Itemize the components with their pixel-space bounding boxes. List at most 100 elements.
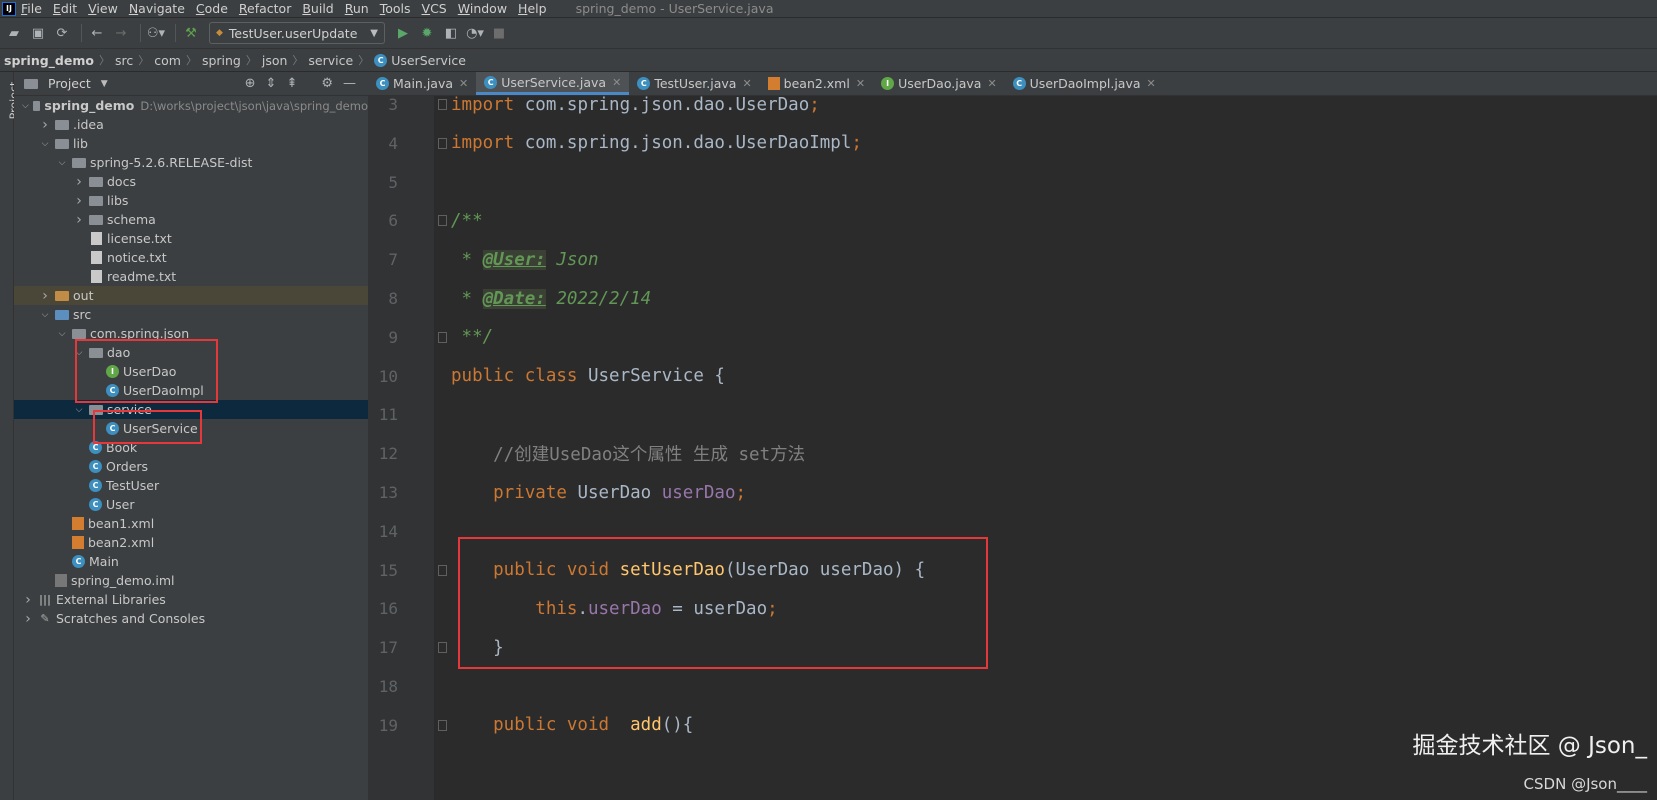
breadcrumb-userservice[interactable]: UserService bbox=[391, 53, 466, 68]
tree-item[interactable]: ⌵ dao bbox=[14, 343, 368, 362]
tree-item[interactable]: C Main bbox=[14, 552, 368, 571]
expand-arrow-icon[interactable]: ⌵ bbox=[73, 348, 85, 358]
build-hammer-icon[interactable]: ⚒ bbox=[181, 23, 201, 43]
save-icon[interactable]: ▣ bbox=[28, 23, 48, 43]
stop-icon[interactable]: ■ bbox=[489, 23, 509, 43]
collapse-arrow-icon[interactable]: › bbox=[73, 193, 85, 209]
menu-edit[interactable]: Edit bbox=[53, 1, 77, 16]
fold-marker-icon[interactable] bbox=[438, 719, 447, 731]
xml-file-icon bbox=[72, 536, 84, 549]
chevron-down-icon[interactable]: ▼ bbox=[101, 79, 108, 89]
tree-item[interactable]: I UserDao bbox=[14, 362, 368, 381]
fold-marker-icon[interactable] bbox=[438, 215, 447, 227]
expand-arrow-icon[interactable]: ⌵ bbox=[39, 310, 51, 320]
run-configuration-select[interactable]: ◆ TestUser.userUpdate ▼ bbox=[209, 22, 385, 44]
text-file-icon bbox=[91, 251, 102, 264]
tree-item[interactable]: ⌵ service bbox=[14, 400, 368, 419]
tree-item[interactable]: C UserDaoImpl bbox=[14, 381, 368, 400]
tree-item[interactable]: readme.txt bbox=[14, 267, 368, 286]
tree-item[interactable]: C Orders bbox=[14, 457, 368, 476]
code-token: UserService { bbox=[587, 366, 725, 387]
tree-item[interactable]: bean2.xml bbox=[14, 533, 368, 552]
expand-arrow-icon[interactable]: ⌵ bbox=[73, 405, 85, 415]
tree-item[interactable]: C UserService bbox=[14, 419, 368, 438]
fold-marker-icon[interactable] bbox=[438, 564, 447, 576]
menu-build[interactable]: Build bbox=[302, 1, 333, 16]
fold-marker-icon[interactable] bbox=[438, 137, 447, 149]
tree-item[interactable]: › .idea bbox=[14, 115, 368, 134]
breadcrumb-service[interactable]: service bbox=[308, 53, 353, 68]
open-folder-icon[interactable]: ▰ bbox=[4, 23, 24, 43]
collapse-arrow-icon[interactable]: › bbox=[73, 212, 85, 228]
tree-item-label: TestUser bbox=[106, 478, 160, 493]
collapse-arrow-icon[interactable]: › bbox=[39, 288, 51, 304]
sync-icon[interactable]: ⟳ bbox=[52, 23, 72, 43]
project-panel: Project ▼ ⊕ ⇕ ⇞ ⚙ — ⌵ spring_demo D:\works… bbox=[14, 72, 368, 800]
expand-arrow-icon[interactable]: ⌵ bbox=[56, 158, 68, 168]
tree-item[interactable]: C TestUser bbox=[14, 476, 368, 495]
profile-icon[interactable]: ◔▾ bbox=[465, 23, 485, 43]
collapse-arrow-icon[interactable]: › bbox=[39, 117, 51, 133]
menu-vcs[interactable]: VCS bbox=[422, 1, 447, 16]
fold-marker-icon[interactable] bbox=[438, 642, 447, 654]
expand-arrow-icon[interactable]: ⌵ bbox=[56, 329, 68, 339]
forward-arrow-icon[interactable]: → bbox=[111, 23, 131, 43]
tree-item-label: UserDao bbox=[123, 364, 177, 379]
code-editor[interactable]: 3 import com.spring.json.dao.UserDao; 4 imp… bbox=[368, 95, 1657, 800]
run-icon[interactable]: ▶ bbox=[393, 23, 413, 43]
tree-item[interactable]: bean1.xml bbox=[14, 514, 368, 533]
fold-marker-icon[interactable] bbox=[438, 99, 447, 110]
locate-icon[interactable]: ⊕ bbox=[245, 76, 256, 91]
collapse-arrow-icon[interactable]: › bbox=[22, 611, 34, 627]
menu-tools[interactable]: Tools bbox=[380, 1, 411, 16]
tree-item[interactable]: › schema bbox=[14, 210, 368, 229]
coverage-icon[interactable]: ◧ bbox=[441, 23, 461, 43]
expand-all-icon[interactable]: ⇕ bbox=[266, 76, 277, 91]
expand-arrow-icon[interactable]: ⌵ bbox=[22, 101, 29, 111]
collapse-arrow-icon[interactable]: › bbox=[73, 174, 85, 190]
minimize-icon[interactable]: — bbox=[343, 76, 356, 91]
tree-item[interactable]: › ✎ Scratches and Consoles bbox=[14, 609, 368, 628]
tree-item[interactable]: license.txt bbox=[14, 229, 368, 248]
breadcrumb-project[interactable]: spring_demo bbox=[4, 53, 94, 68]
debug-icon[interactable]: ✹ bbox=[417, 23, 437, 43]
tree-item[interactable]: › out bbox=[14, 286, 368, 305]
breadcrumb-src[interactable]: src bbox=[115, 53, 133, 68]
tree-item[interactable]: C User bbox=[14, 495, 368, 514]
fold-marker-icon[interactable] bbox=[438, 331, 447, 343]
menu-help[interactable]: Help bbox=[518, 1, 547, 16]
tree-item[interactable]: › docs bbox=[14, 172, 368, 191]
expand-arrow-icon[interactable]: ⌵ bbox=[39, 139, 51, 149]
tree-item[interactable]: C Book bbox=[14, 438, 368, 457]
breadcrumb-json[interactable]: json bbox=[262, 53, 288, 68]
account-dropdown-icon[interactable]: ⚇▾ bbox=[146, 23, 166, 43]
tree-item[interactable]: ⌵ com.spring.json bbox=[14, 324, 368, 343]
menu-code[interactable]: Code bbox=[196, 1, 228, 16]
code-token: . bbox=[577, 598, 588, 619]
menu-file[interactable]: File bbox=[21, 1, 42, 16]
breadcrumb-spring[interactable]: spring bbox=[202, 53, 241, 68]
gear-icon[interactable]: ⚙ bbox=[321, 76, 333, 91]
tree-item[interactable]: ⌵ src bbox=[14, 305, 368, 324]
tree-item[interactable]: › ||| External Libraries bbox=[14, 590, 368, 609]
collapse-all-icon[interactable]: ⇞ bbox=[286, 76, 297, 91]
collapse-arrow-icon[interactable]: › bbox=[22, 592, 34, 608]
breadcrumb-com[interactable]: com bbox=[154, 53, 181, 68]
tree-item[interactable]: › libs bbox=[14, 191, 368, 210]
menu-refactor[interactable]: Refactor bbox=[239, 1, 291, 16]
tree-item[interactable]: spring_demo.iml bbox=[14, 571, 368, 590]
project-panel-title[interactable]: Project bbox=[48, 76, 91, 91]
back-arrow-icon[interactable]: ← bbox=[87, 23, 107, 43]
menu-window[interactable]: Window bbox=[458, 1, 507, 16]
tree-item[interactable]: ⌵ spring-5.2.6.RELEASE-dist bbox=[14, 153, 368, 172]
tree-item[interactable]: ⌵ spring_demo D:\works\project\json\java\s… bbox=[14, 96, 368, 115]
tree-item[interactable]: ⌵ lib bbox=[14, 134, 368, 153]
tree-item[interactable]: notice.txt bbox=[14, 248, 368, 267]
window-title: spring_demo - UserService.java bbox=[575, 1, 774, 16]
menu-navigate[interactable]: Navigate bbox=[129, 1, 185, 16]
code-token: @Date: bbox=[482, 288, 546, 309]
code-token: ; bbox=[767, 598, 778, 619]
menu-view[interactable]: View bbox=[88, 1, 118, 16]
code-text: * @Date: 2022/2/14 bbox=[451, 288, 651, 309]
menu-run[interactable]: Run bbox=[345, 1, 369, 16]
